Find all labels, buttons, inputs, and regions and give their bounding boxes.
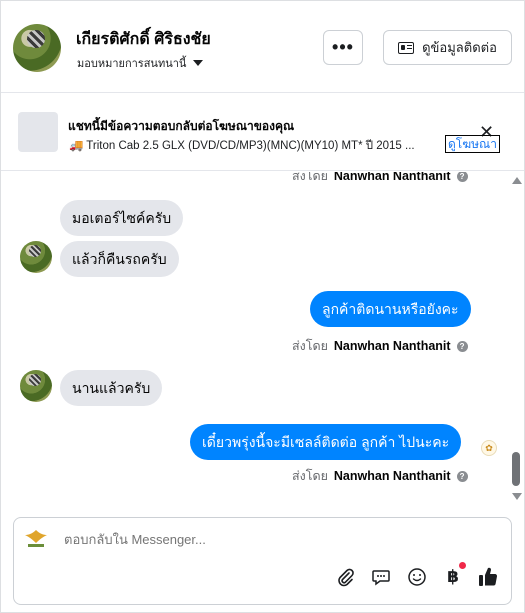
help-icon[interactable]: ? [456, 340, 468, 352]
ad-thumbnail [18, 112, 58, 152]
caret-down-icon [193, 60, 204, 66]
messenger-conversation-panel: เกียรติศักดิ์ ศิริธงชัย มอบหมายการสนทนาน… [0, 0, 525, 613]
help-icon[interactable]: ? [456, 470, 468, 482]
view-contact-info-button[interactable]: ดูข้อมูลติดต่อ [383, 30, 512, 65]
reply-input[interactable] [64, 532, 484, 547]
contact-avatar-small [20, 241, 52, 273]
notification-dot [459, 562, 466, 569]
seen-page-icon: ✿ [481, 440, 497, 456]
contact-avatar[interactable] [13, 24, 61, 72]
scroll-up-arrow-icon[interactable] [512, 177, 522, 184]
scrollbar-thumb[interactable] [512, 452, 520, 486]
ad-banner-title: แชทนี้มีข้อความตอบกลับต่อโฆษณาของคุณ [68, 119, 295, 133]
page-logo-icon [23, 528, 49, 550]
conversation-header: เกียรติศักดิ์ ศิริธงชัย มอบหมายการสนทนาน… [1, 1, 524, 93]
sent-by-label: ส่งโดย Nanwhan Nanthanit ? [292, 336, 468, 356]
thumbs-up-icon[interactable] [477, 566, 499, 588]
incoming-message[interactable]: มอเตอร์ไซค์ครับ [60, 200, 184, 236]
incoming-message[interactable]: แล้วก็คืนรถครับ [60, 241, 179, 277]
incoming-message[interactable]: นานแล้วครับ [60, 370, 163, 406]
outgoing-message[interactable]: ลูกค้าติดนานหรือยังคะ [310, 291, 471, 327]
smiley-icon[interactable] [406, 566, 428, 588]
baht-icon[interactable]: ฿ [442, 566, 464, 588]
view-ad-link[interactable]: ดูโฆษณา [445, 135, 500, 153]
more-icon: ••• [332, 37, 354, 57]
ad-banner-subtitle: 🚚 Triton Cab 2.5 GLX (DVD/CD/MP3)(MNC)(M… [69, 140, 415, 152]
assign-conversation-dropdown[interactable]: มอบหมายการสนทนานี้ [77, 54, 204, 72]
view-contact-info-label: ดูข้อมูลติดต่อ [422, 40, 497, 55]
outgoing-message[interactable]: เดี๋ยวพรุ่งนี้จะมีเซลล์ติดต่อ ลูกค้า ไปน… [190, 424, 462, 460]
more-options-button[interactable]: ••• [323, 30, 363, 65]
sent-by-label: ส่งโดย Nanwhan Nanthanit ? [292, 466, 468, 486]
assign-conversation-label: มอบหมายการสนทนานี้ [77, 58, 187, 70]
help-icon[interactable]: ? [456, 172, 468, 182]
paperclip-icon[interactable] [334, 566, 356, 588]
sent-by-label: ส่งโดย Nanwhan Nanthanit ? [292, 172, 468, 186]
contact-name[interactable]: เกียรติศักดิ์ ศิริธงชัย [76, 27, 211, 52]
id-card-icon [398, 41, 415, 54]
message-composer: ฿ [13, 517, 512, 605]
sender-name: Nanwhan Nanthanit [333, 172, 451, 183]
chat-bubble-icon[interactable] [370, 566, 392, 588]
sender-name: Nanwhan Nanthanit [333, 339, 451, 353]
ad-reply-banner: แชทนี้มีข้อความตอบกลับต่อโฆษณาของคุณ 🚚 T… [1, 93, 524, 171]
scroll-down-arrow-icon[interactable] [512, 493, 522, 500]
message-thread: ส่งโดย Nanwhan Nanthanit ? มอเตอร์ไซค์คร… [1, 172, 511, 506]
sender-name: Nanwhan Nanthanit [333, 469, 451, 483]
contact-avatar-small [20, 370, 52, 402]
